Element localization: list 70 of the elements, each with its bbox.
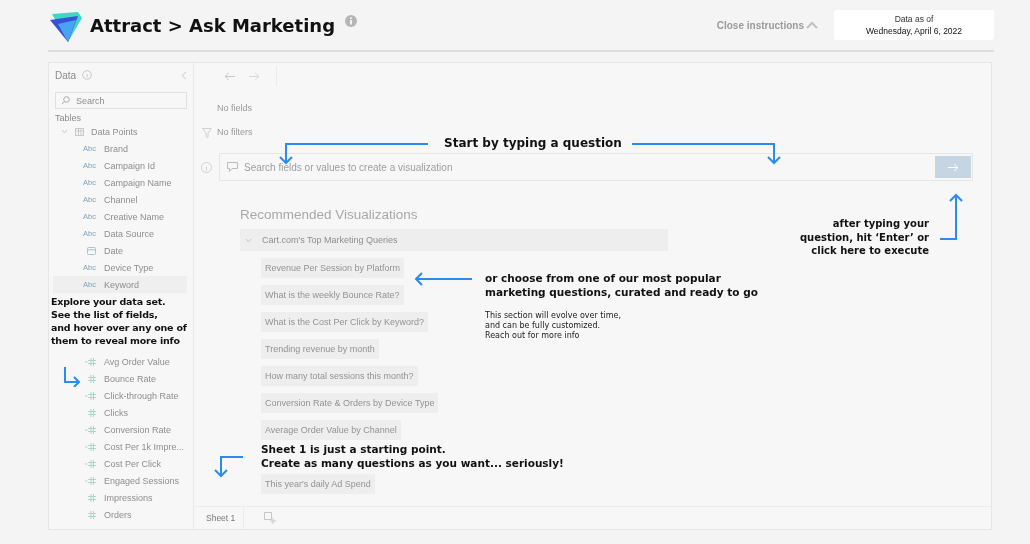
- calculated-hash-icon: [85, 357, 96, 366]
- suggested-query[interactable]: What is the Cost Per Click by Keyword?: [261, 312, 429, 332]
- calculated-hash-icon: [85, 476, 96, 485]
- data-date: Wednesday, April 6, 2022: [865, 26, 963, 36]
- annotation-text: Start by typing a question: [444, 136, 622, 150]
- suggested-query[interactable]: Trending revenue by month: [261, 339, 379, 359]
- page-title: Attract > Ask Marketing: [90, 14, 336, 36]
- hash-icon: [88, 510, 96, 519]
- sheet-tab[interactable]: Sheet 1: [202, 507, 245, 529]
- chevron-up-icon: [806, 21, 818, 29]
- data-as-of-label: Data as of: [894, 14, 934, 24]
- field-item[interactable]: Date: [53, 242, 187, 259]
- field-item[interactable]: Cost Per Click: [53, 455, 187, 472]
- add-sheet-icon[interactable]: [264, 512, 277, 524]
- info-icon[interactable]: [345, 15, 358, 27]
- field-item[interactable]: Clicks: [53, 404, 187, 421]
- fields-shelf: No fields: [217, 103, 252, 113]
- suggested-query[interactable]: This year's daily Ad Spend: [261, 474, 375, 494]
- question-search-field[interactable]: Search fields or values to create a visualization: [219, 153, 973, 181]
- calculated-hash-icon: [85, 391, 96, 400]
- hash-icon: [88, 493, 96, 502]
- annotation-text: Sheet 1 is just a starting point. Create as many questions as you want... seriously!: [261, 442, 564, 470]
- section-title: Recommended Visualizations: [240, 207, 419, 222]
- field-item[interactable]: Cost Per 1k Impre...: [53, 438, 187, 455]
- field-item[interactable]: Avg Order Value: [53, 353, 187, 370]
- field-item[interactable]: Conversion Rate: [53, 421, 187, 438]
- field-item[interactable]: Click-through Rate: [53, 387, 187, 404]
- annotation-text: after typing your question, hit ‘Enter’ or click here to execute: [799, 217, 929, 258]
- sidebar-title: Data: [55, 69, 77, 81]
- suggested-query[interactable]: Average Order Value by Channel: [261, 420, 401, 440]
- field-item[interactable]: Bounce Rate: [53, 370, 187, 387]
- search-icon: [61, 96, 70, 105]
- field-item[interactable]: Engaged Sessions: [53, 472, 187, 489]
- annotation-text: or choose from one of our most popular marketing questions, curated and ready to go: [485, 271, 758, 299]
- calendar-icon: [87, 246, 96, 255]
- arrow-icon: [63, 367, 81, 387]
- forward-icon[interactable]: [248, 71, 260, 81]
- arrow-right-icon: [947, 162, 959, 172]
- field-item[interactable]: Orders: [53, 506, 187, 523]
- section-heading: Tables: [55, 113, 82, 123]
- search-field[interactable]: Search: [55, 92, 187, 109]
- arrow-icon: [940, 193, 964, 241]
- calculated-hash-icon: [85, 442, 96, 451]
- annotation-text: Explore your data set. See the list of fields, and hover over any one of them to reveal more info: [51, 295, 187, 347]
- arrow-icon: [632, 142, 782, 166]
- field-item[interactable]: Impressions: [53, 489, 187, 506]
- hash-icon: [88, 408, 96, 417]
- annotation-note: This section will evolve over time, and can be fully customized. Reach out for more info: [485, 311, 621, 341]
- chevron-icon[interactable]: [61, 129, 68, 134]
- hash-icon: [88, 374, 96, 383]
- arrow-icon: [414, 272, 472, 286]
- suggested-query[interactable]: Conversion Rate & Orders by Device Type: [261, 393, 439, 413]
- table-icon: [75, 127, 84, 136]
- collapse-icon[interactable]: [181, 70, 187, 80]
- suggested-query[interactable]: What is the weekly Bounce Rate?: [261, 285, 404, 305]
- suggested-query[interactable]: How many total sessions this month?: [261, 366, 418, 386]
- query-group-header[interactable]: Cart.com's Top Marketing Queries: [240, 229, 668, 251]
- calculated-hash-icon: [85, 425, 96, 434]
- suggested-query[interactable]: Revenue Per Session by Platform: [261, 258, 405, 278]
- chevron-icon: [245, 237, 252, 243]
- speech-bubble-icon: [227, 162, 238, 172]
- info-icon[interactable]: [201, 161, 212, 173]
- back-icon[interactable]: [224, 71, 236, 81]
- calculated-hash-icon: [85, 459, 96, 468]
- submit-button[interactable]: [935, 156, 971, 178]
- filters-shelf: No filters: [217, 127, 253, 137]
- table-name[interactable]: Data Points: [91, 126, 138, 137]
- info-icon[interactable]: [82, 70, 93, 80]
- close-instructions-button[interactable]: Close instructions: [716, 19, 818, 31]
- filter-icon: [202, 128, 212, 138]
